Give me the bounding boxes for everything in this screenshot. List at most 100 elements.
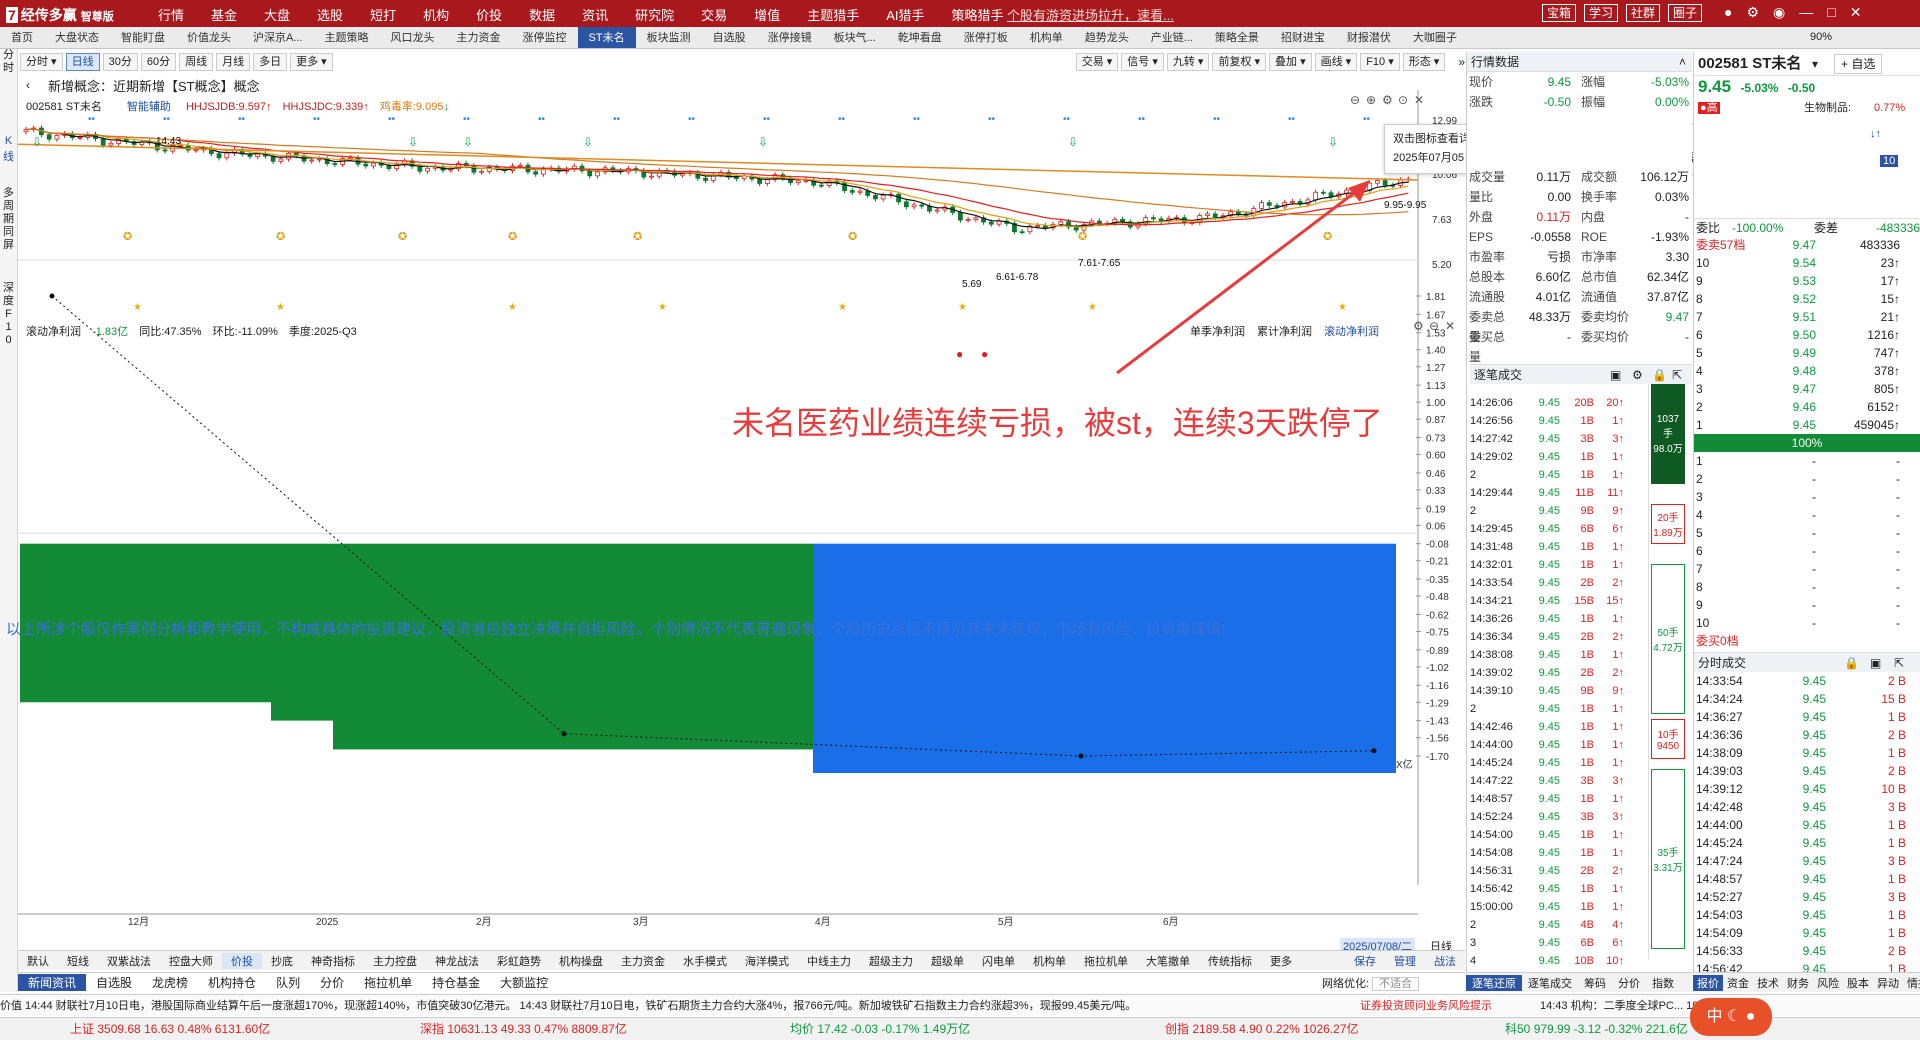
side-tab-4[interactable]: 风险 (1813, 975, 1843, 991)
expand-icon[interactable]: ⇱ (1672, 365, 1682, 385)
buy-level[interactable]: 3-- (1694, 488, 1920, 506)
left-strip-char[interactable]: F (0, 308, 17, 321)
user-icon[interactable]: ● (1724, 4, 1732, 21)
nav-tab-15[interactable]: 涨停打板 (953, 27, 1019, 48)
chart-ctrl-icon[interactable]: ✕ (1414, 93, 1424, 107)
tool-2[interactable]: 九转 ▾ (1166, 53, 1210, 71)
left-strip-char[interactable]: 周 (0, 200, 17, 213)
sell-level[interactable]: 10 9.54 23↑ (1694, 254, 1920, 272)
side-tab-0[interactable]: 报价 (1693, 974, 1723, 991)
maximize-icon[interactable]: □ (1827, 4, 1835, 21)
side-tab-3[interactable]: 财务 (1783, 975, 1813, 991)
indicator-tab-2[interactable]: 双紫战法 (98, 953, 160, 969)
news-tab-3[interactable]: 机构持仓 (198, 974, 266, 991)
top-button-2[interactable]: 社群 (1626, 4, 1661, 22)
nav-tab-20[interactable]: 招财进宝 (1270, 27, 1336, 48)
menu-6[interactable]: 价投 (476, 5, 502, 24)
sell-level[interactable]: 7 9.51 21↑ (1694, 308, 1920, 326)
settings-icon[interactable]: ⚙ (1632, 365, 1643, 385)
nav-tab-4[interactable]: 沪深京A... (242, 27, 314, 48)
indicator-tab-18[interactable]: 机构单 (1024, 953, 1075, 969)
period-1[interactable]: 日线 (65, 53, 100, 71)
news-tab-8[interactable]: 大额监控 (490, 974, 558, 991)
nav-tab-5[interactable]: 主题策略 (314, 27, 380, 48)
menu-3[interactable]: 选股 (317, 5, 343, 24)
indicator-tab-3[interactable]: 控盘大师 (160, 953, 222, 969)
buy-level[interactable]: 8-- (1694, 578, 1920, 596)
indicator-tab-1[interactable]: 短线 (58, 953, 98, 969)
news-tab-6[interactable]: 拖拉机单 (354, 974, 422, 991)
indicator-action-2[interactable]: 战法 (1425, 953, 1465, 969)
trade-tab-1[interactable]: 逐笔成交 (1522, 975, 1578, 991)
menu-4[interactable]: 短打 (370, 5, 396, 24)
indicator-tab-16[interactable]: 超级单 (922, 953, 973, 969)
gear-icon[interactable]: ⚙ (1746, 4, 1759, 21)
side-tab-1[interactable]: 资金 (1723, 975, 1753, 991)
sell-level[interactable]: 6 9.50 1216↑ (1694, 326, 1920, 344)
menu-11[interactable]: 增值 (754, 5, 780, 24)
close-icon[interactable]: ✕ (1850, 4, 1862, 21)
nav-tab-1[interactable]: 大盘状态 (44, 27, 110, 48)
menu-9[interactable]: 研究院 (635, 5, 674, 24)
left-strip-char[interactable]: 多 (0, 187, 17, 200)
buy-level[interactable]: 10- - (1694, 614, 1920, 632)
tool-5[interactable]: 画线 ▾ (1314, 53, 1358, 71)
indicator-tab-20[interactable]: 大笔撤单 (1137, 953, 1199, 969)
index-2[interactable]: 均价 17.42 -0.03 -0.17% 1.49万亿 (790, 1018, 970, 1040)
period-6[interactable]: 多日 (253, 53, 288, 71)
nav-tab-13[interactable]: 板块气... (823, 27, 887, 48)
trade-tab-2[interactable]: 筹码 (1578, 975, 1612, 991)
index-3[interactable]: 创指 2189.58 4.90 0.22% 1026.27亿 (1165, 1018, 1359, 1040)
side-tab-7[interactable]: 情报 (1903, 975, 1920, 991)
buy-level[interactable]: 7-- (1694, 560, 1920, 578)
sell-level[interactable]: 8 9.52 15↑ (1694, 290, 1920, 308)
indicator-tab-19[interactable]: 拖拉机单 (1075, 953, 1137, 969)
chart-ctrl-icon[interactable]: ⊖ (1350, 93, 1360, 107)
tool-0[interactable]: 交易 ▾ (1075, 53, 1119, 71)
indicator-tab-13[interactable]: 海洋模式 (736, 953, 798, 969)
sub-tab-0[interactable]: 单季净利润 (1190, 323, 1245, 339)
collapse-icon[interactable]: ˄ (1679, 52, 1686, 72)
news-tab-0[interactable]: 新闻资讯 (18, 974, 87, 991)
indicator-tab-7[interactable]: 主力控盘 (364, 953, 426, 969)
nav-tab-10[interactable]: 板块监测 (636, 27, 702, 48)
menu-5[interactable]: 机构 (423, 5, 449, 24)
minimize-icon[interactable]: — (1799, 4, 1813, 21)
skin-icon[interactable]: ◉ (1773, 4, 1785, 21)
tool-3[interactable]: 前复权 ▾ (1212, 53, 1267, 71)
nav-tab-19[interactable]: 策略全景 (1204, 27, 1270, 48)
news-tab-5[interactable]: 分价 (310, 974, 354, 991)
menu-10[interactable]: 交易 (701, 5, 727, 24)
period-0[interactable]: 分时 ▾ (20, 53, 63, 71)
left-strip-char[interactable]: 深 (0, 282, 17, 295)
nav-tab-9[interactable]: ST未名 (577, 27, 636, 48)
left-strip-char[interactable]: 0 (0, 334, 17, 347)
indicator-tab-8[interactable]: 神龙战法 (426, 953, 488, 969)
sell-level[interactable]: 9 9.53 17↑ (1694, 272, 1920, 290)
sub-ctrl-icon[interactable]: ✕ (1445, 319, 1455, 333)
menu-8[interactable]: 资讯 (582, 5, 608, 24)
add-watch-button[interactable]: + 自选 (1834, 54, 1883, 74)
nav-tab-12[interactable]: 涨停接镜 (757, 27, 823, 48)
tool-4[interactable]: 叠加 ▾ (1269, 53, 1312, 71)
menu-12[interactable]: 主题猎手 (807, 5, 859, 24)
warning-link[interactable]: 个股有游资进场拉升，速看... (1007, 5, 1174, 24)
left-strip-char[interactable]: K (0, 135, 17, 151)
sell-level[interactable]: 1 9.45 459045↑ (1694, 416, 1920, 434)
tool-7[interactable]: 形态 ▾ (1402, 53, 1446, 71)
news-tab-1[interactable]: 自选股 (86, 974, 142, 991)
top-button-1[interactable]: 学习 (1584, 4, 1619, 22)
buy-level[interactable]: 4-- (1694, 506, 1920, 524)
sell-level[interactable]: 2 9.46 6152↑ (1694, 398, 1920, 416)
menu-13[interactable]: AI猎手 (886, 5, 924, 24)
toggle-icon[interactable]: ↓↑ (1870, 128, 1881, 140)
nav-tab-21[interactable]: 财报潜伏 (1336, 27, 1402, 48)
app-logo[interactable]: 7 经传多赢 智尊版 (6, 5, 114, 25)
nav-tab-11[interactable]: 自选股 (702, 27, 757, 48)
sell-level[interactable]: 5 9.49 747↑ (1694, 344, 1920, 362)
sub-tab-2[interactable]: 滚动净利润 (1324, 323, 1379, 339)
indicator-tab-6[interactable]: 神奇指标 (302, 953, 364, 969)
trade-tab-4[interactable]: 指数 (1646, 975, 1680, 991)
left-strip-char[interactable]: 分 (0, 49, 17, 62)
kline-chart[interactable]: 12.9910.067.635.20 ⇩ ⇩ ⇩ ⇩ ⇩ ⇩ ⇩✪ ✪ ✪ ✪ ✪ ✪ ✪ ✪★ ★ ★ ★ ★ ★… (18, 90, 1465, 935)
